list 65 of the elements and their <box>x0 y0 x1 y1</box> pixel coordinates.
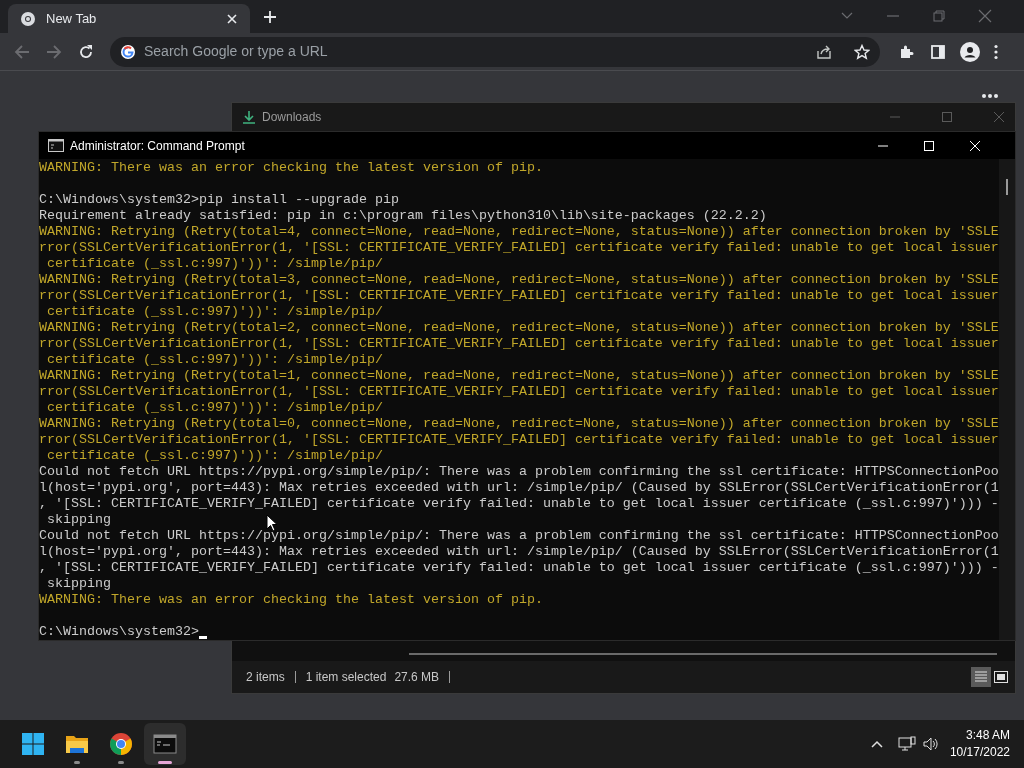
console-line: rror(SSLCertVerificationError(1, '[SSL: CERTIFICATE_VERIFY_FAILED] certificate verify failed: unable to get local issuer <box>39 384 999 400</box>
volume-icon[interactable] <box>921 736 940 752</box>
console-line: WARNING: Retrying (Retry(total=4, connect=None, read=None, redirect=None, status=None)) after connection broken by 'SSLE <box>39 224 999 240</box>
windows-icon <box>21 732 45 756</box>
star-icon[interactable] <box>854 43 870 60</box>
google-icon <box>120 43 136 60</box>
console-icon <box>48 139 64 152</box>
console-line: WARNING: Retrying (Retry(total=3, connect=None, read=None, redirect=None, status=None)) after connection broken by 'SSLE <box>39 272 999 288</box>
console-line: Requirement already satisfied: pip in c:\program files\python310\lib\site-packages (22.2.2) <box>39 208 767 224</box>
console-line: rror(SSLCertVerificationError(1, '[SSL: CERTIFICATE_VERIFY_FAILED] certificate verify failed: unable to get local issuer <box>39 288 999 304</box>
new-tab-icon[interactable] <box>263 10 277 24</box>
console-line: Could not fetch URL https://pypi.org/simple/pip/: There was a problem confirming the ssl certificate: HTTPSConnectionPoo <box>39 464 999 480</box>
console-icon <box>153 732 177 756</box>
window-title: Downloads <box>262 109 323 126</box>
browser-tab[interactable]: New Tab <box>8 4 250 33</box>
console-line: rror(SSLCertVerificationError(1, '[SSL: CERTIFICATE_VERIFY_FAILED] certificate verify failed: unable to get local issuer <box>39 432 999 448</box>
clock-time: 3:48 AM <box>965 727 1010 744</box>
menu-icon[interactable] <box>994 43 998 60</box>
search-field[interactable]: Search Google or type a URL <box>144 41 808 62</box>
status-text: 2 items <box>246 669 285 686</box>
taskbar-button[interactable] <box>144 723 186 765</box>
extensions-icon[interactable] <box>898 43 914 60</box>
console-line: rror(SSLCertVerificationError(1, '[SSL: CERTIFICATE_VERIFY_FAILED] certificate verify failed: unable to get local issuer <box>39 336 999 352</box>
reload-icon[interactable] <box>78 43 94 60</box>
mouse-pointer-icon <box>266 514 278 532</box>
status-text: 27.6 MB <box>394 669 440 686</box>
console-line: WARNING: Retrying (Retry(total=0, connect=None, read=None, redirect=None, status=None)) after connection broken by 'SSLE <box>39 416 999 432</box>
chrome-icon <box>20 10 36 27</box>
console-line: , '[SSL: CERTIFICATE_VERIFY_FAILED] certificate verify failed: unable to get local issuer certificate (_ssl.c:997)'))) - <box>39 496 999 512</box>
profile-icon[interactable] <box>960 41 980 62</box>
console-line: C:\Windows\system32>pip install --upgrade pip <box>39 192 399 208</box>
console-line: l(host='pypi.org', port=443): Max retries exceeded with url: /simple/pip/ (Caused by SSLError(SSLCertVerificationError(1 <box>39 480 999 496</box>
status-text: 1 item selected <box>305 669 387 686</box>
tab-title: New Tab <box>46 9 98 28</box>
console-line: , '[SSL: CERTIFICATE_VERIFY_FAILED] certificate verify failed: unable to get local issuer certificate (_ssl.c:997)'))) - <box>39 560 999 576</box>
console-line: C:\Windows\system32> <box>39 624 199 640</box>
share-icon[interactable] <box>816 43 832 60</box>
scrollbar-thumb[interactable] <box>409 653 997 655</box>
console-line: l(host='pypi.org', port=443): Max retries exceeded with url: /simple/pip/ (Caused by SSLError(SSLCertVerificationError(1 <box>39 544 999 560</box>
console-line: skipping <box>46 576 111 592</box>
apps-grid-icon[interactable] <box>981 93 999 101</box>
console-line: certificate (_ssl.c:997)'))': /simple/pip/ <box>46 400 383 416</box>
download-icon <box>242 110 256 124</box>
console-line: WARNING: Retrying (Retry(total=2, connect=None, read=None, redirect=None, status=None)) after connection broken by 'SSLE <box>39 320 999 336</box>
console-line: WARNING: There was an error checking the latest version of pip. <box>39 160 543 176</box>
console-line: WARNING: There was an error checking the latest version of pip. <box>39 592 543 608</box>
console-line: Could not fetch URL https://pypi.org/simple/pip/: There was a problem confirming the ssl certificate: HTTPSConnectionPoo <box>39 528 999 544</box>
clock-date: 10/17/2022 <box>949 744 1010 761</box>
address-bar[interactable]: Search Google or type a URL <box>110 36 880 67</box>
tiles-view-icon <box>993 669 1009 685</box>
console-line: certificate (_ssl.c:997)'))': /simple/pip/ <box>46 352 383 368</box>
scrollbar[interactable] <box>999 159 1015 640</box>
window-title: Administrator: Command Prompt <box>70 137 246 155</box>
clock[interactable]: 3:48 AM 10/17/2022 <box>949 727 1010 761</box>
text-cursor <box>198 636 207 639</box>
console-line: skipping <box>46 512 111 528</box>
list-view-icon <box>973 669 989 685</box>
console-line: certificate (_ssl.c:997)'))': /simple/pip/ <box>46 304 383 320</box>
console-line: WARNING: Retrying (Retry(total=1, connect=None, read=None, redirect=None, status=None)) after connection broken by 'SSLE <box>39 368 999 384</box>
console-line: certificate (_ssl.c:997)'))': /simple/pip/ <box>46 448 383 464</box>
network-icon[interactable] <box>897 736 916 752</box>
side-panel-icon[interactable] <box>930 43 946 60</box>
console-line: certificate (_ssl.c:997)'))': /simple/pip/ <box>46 256 383 272</box>
chrome-icon <box>109 732 133 756</box>
console-line: rror(SSLCertVerificationError(1, '[SSL: CERTIFICATE_VERIFY_FAILED] certificate verify failed: unable to get local issuer <box>39 240 999 256</box>
